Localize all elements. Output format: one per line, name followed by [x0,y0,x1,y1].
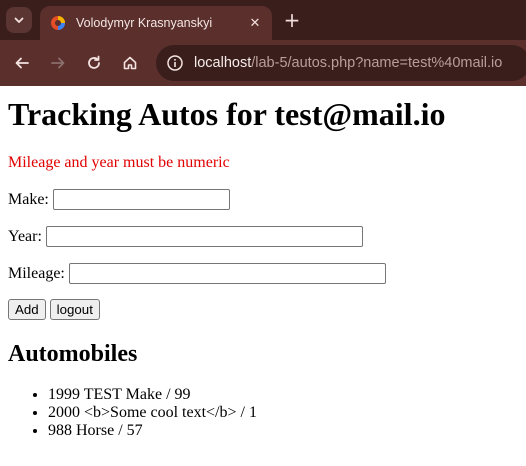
make-row: Make: [8,189,518,210]
logout-button[interactable]: logout [49,299,100,320]
new-tab-icon[interactable]: + [280,8,304,32]
reload-icon[interactable] [82,51,106,75]
home-icon[interactable] [118,51,142,75]
form-buttons: Add logout [8,299,518,320]
automobiles-list: 1999 TEST Make / 99 2000 <b>Some cool te… [8,386,518,440]
year-label: Year: [8,227,42,245]
browser-toolbar: localhost/lab-5/autos.php?name=test%40ma… [0,40,526,86]
mileage-input[interactable] [68,263,386,284]
mileage-label: Mileage: [8,264,65,282]
back-icon[interactable] [10,51,34,75]
browser-tab[interactable]: Volodymyr Krasnyanskyi ✕ [40,6,272,40]
mileage-row: Mileage: [8,263,518,284]
favicon-icon [51,16,65,30]
address-bar[interactable]: localhost/lab-5/autos.php?name=test%40ma… [156,45,526,81]
tab-title: Volodymyr Krasnyanskyi [76,16,213,30]
url-host: localhost [194,55,252,71]
close-icon[interactable]: ✕ [246,14,264,32]
error-message: Mileage and year must be numeric [8,154,230,171]
automobiles-heading: Automobiles [8,341,138,367]
year-input[interactable] [45,226,363,247]
chevron-down-icon [14,17,24,23]
forward-icon[interactable] [46,51,70,75]
make-input[interactable] [52,189,230,210]
site-info-icon[interactable] [166,54,184,72]
tab-strip: Volodymyr Krasnyanskyi ✕ + [0,0,526,40]
list-item: 988 Horse / 57 [48,422,518,440]
list-item: 1999 TEST Make / 99 [48,386,518,404]
url-text: localhost/lab-5/autos.php?name=test%40ma… [194,55,502,71]
url-path: /lab-5/autos.php?name=test%40mail.io [251,55,503,71]
page-title: Tracking Autos for test@mail.io [8,96,446,132]
year-row: Year: [8,226,518,247]
make-label: Make: [8,190,49,208]
list-item: 2000 <b>Some cool text</b> / 1 [48,404,518,422]
page-content: Tracking Autos for test@mail.io Mileage … [0,95,526,440]
add-button[interactable]: Add [8,299,46,320]
tab-list-button[interactable] [6,7,32,33]
